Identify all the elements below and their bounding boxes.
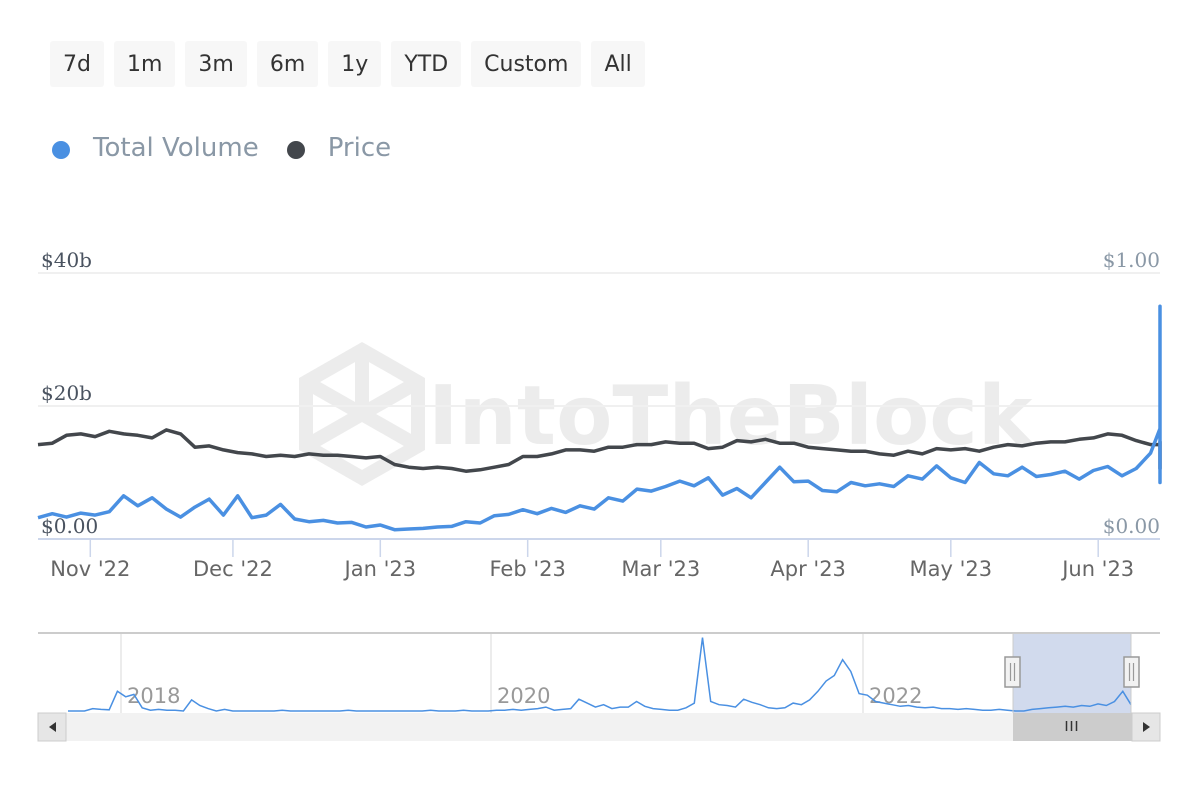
x-axis-tick-label: May '23: [910, 557, 993, 581]
scrollbar-track[interactable]: [38, 713, 1160, 741]
x-axis-tick-label: Feb '23: [490, 557, 566, 581]
navigator[interactable]: 2018 2020 2022: [38, 632, 1160, 713]
x-axis-tick-label: Dec '22: [193, 557, 273, 581]
left-axis-tick-label: $20b: [41, 381, 92, 405]
scrollbar-thumb[interactable]: [1013, 713, 1132, 741]
left-axis: $0.00$20b$40b: [41, 248, 98, 538]
x-axis-tick-label: Apr '23: [770, 557, 846, 581]
navigator-selected-range[interactable]: [1013, 634, 1131, 713]
right-axis-tick-label: $1.00: [1103, 248, 1160, 272]
navigator-handle-right[interactable]: [1123, 656, 1140, 688]
x-axis-tick-label: Nov '22: [50, 557, 130, 581]
watermark: IntoTheBlock: [299, 341, 1035, 487]
x-axis-tick-label: Jun '23: [1060, 557, 1134, 581]
x-axis-tick-label: Jan '23: [343, 557, 417, 581]
navigator-grid: 2018 2020 2022: [120, 634, 922, 713]
chart-canvas: IntoTheBlock $0.00 $20b $40b $0.00 $1.00 No…: [37, 248, 1162, 742]
scrollbar[interactable]: [37, 712, 1161, 742]
scrollbar-left-button[interactable]: [37, 712, 67, 742]
x-axis: Nov '22 Dec '22 Jan '23 Feb '23 Mar '23 Apr '…: [50, 539, 1134, 581]
scrollbar-right-button[interactable]: [1131, 712, 1161, 742]
navigator-handle-left[interactable]: [1004, 656, 1021, 688]
x-axis-tick-label: Mar '23: [621, 557, 700, 581]
navigator-series-line: [68, 637, 1132, 712]
left-axis-tick-label: $40b: [41, 248, 92, 272]
right-axis-tick-label: $0.00: [1103, 514, 1160, 538]
navigator-tick-label: 2020: [497, 684, 550, 708]
navigator-tick-label: 2022: [869, 684, 922, 708]
right-axis: $0.00 $1.00: [1103, 248, 1160, 538]
